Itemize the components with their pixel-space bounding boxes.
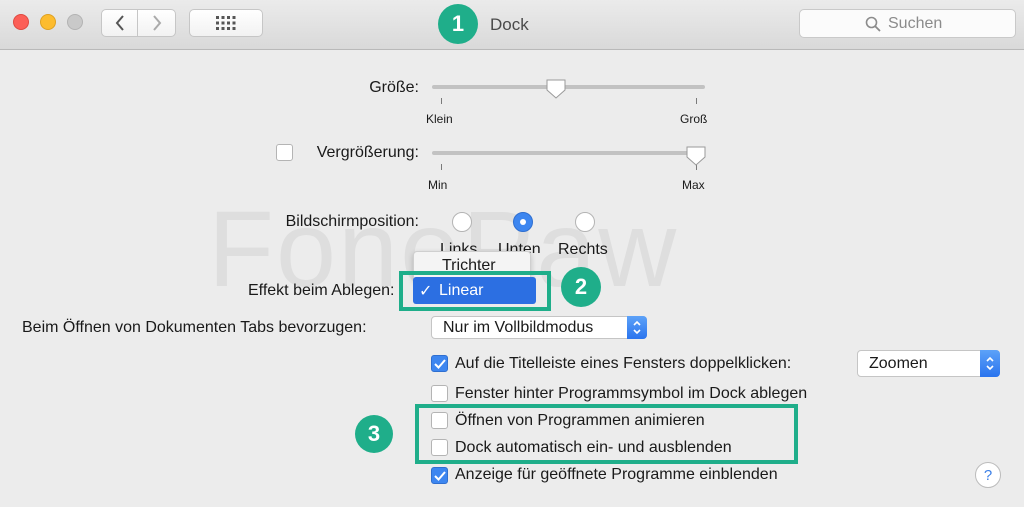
minimize-into-icon-checkbox[interactable]: [431, 385, 448, 402]
magnification-slider-track[interactable]: [432, 151, 705, 155]
search-field[interactable]: [799, 9, 1016, 38]
magnification-min-label: Min: [428, 178, 448, 192]
size-tick-max: [696, 98, 697, 104]
close-window-button[interactable]: [13, 14, 29, 30]
titlebar-action-popup[interactable]: Zoomen: [857, 350, 1000, 377]
highlight-box-effect: [399, 271, 551, 311]
size-tick-min: [441, 98, 442, 104]
position-label: Bildschirmposition:: [285, 213, 419, 230]
titlebar-action-value: Zoomen: [869, 355, 928, 372]
position-radio-right[interactable]: [575, 212, 595, 232]
titlebar-doubleclick-label: Auf die Titelleiste eines Fensters doppe…: [455, 355, 792, 372]
updown-arrow-icon: [980, 350, 1000, 377]
minimize-effect-label: Effekt beim Ablegen:: [248, 282, 395, 299]
tabs-preference-popup[interactable]: Nur im Vollbildmodus: [431, 316, 647, 339]
chevron-left-icon: [115, 15, 124, 31]
size-max-label: Groß: [680, 112, 708, 126]
grid-icon: [216, 16, 236, 30]
checkmark-icon: [433, 358, 446, 369]
magnification-tick-min: [441, 164, 442, 170]
size-min-label: Klein: [426, 112, 453, 126]
show-indicators-checkbox[interactable]: [431, 467, 448, 484]
forward-button[interactable]: [138, 9, 176, 37]
position-radio-bottom[interactable]: [513, 212, 533, 232]
search-input[interactable]: [888, 14, 950, 33]
help-button[interactable]: ?: [975, 462, 1001, 488]
size-label: Größe:: [369, 79, 419, 96]
window-title: Dock: [490, 15, 529, 34]
window-toolbar: 1 Dock: [0, 0, 1024, 50]
updown-arrow-icon: [627, 316, 647, 339]
size-slider-knob[interactable]: [545, 78, 567, 100]
position-radio-left[interactable]: [452, 212, 472, 232]
show-indicators-label: Anzeige für geöffnete Programme einblend…: [455, 466, 778, 483]
magnification-slider-knob[interactable]: [685, 145, 707, 167]
minimize-window-button[interactable]: [40, 14, 56, 30]
step-badge-3: 3: [355, 415, 393, 453]
magnification-max-label: Max: [682, 178, 705, 192]
magnification-checkbox[interactable]: [276, 144, 293, 161]
magnification-label: Vergrößerung:: [316, 144, 419, 161]
step-badge-2: 2: [561, 267, 601, 307]
size-slider-track[interactable]: [432, 85, 705, 89]
chevron-right-icon: [152, 15, 161, 31]
titlebar-doubleclick-checkbox[interactable]: [431, 355, 448, 372]
back-button[interactable]: [101, 9, 138, 37]
tabs-preference-value: Nur im Vollbildmodus: [443, 319, 594, 336]
checkmark-icon: [433, 470, 446, 481]
tabs-preference-label: Beim Öffnen von Dokumenten Tabs bevorzug…: [22, 319, 367, 336]
minimize-into-icon-label: Fenster hinter Programmsymbol im Dock ab…: [455, 385, 808, 402]
navigation-buttons: [101, 9, 176, 37]
highlight-box-checkboxes: [415, 404, 798, 464]
show-all-button[interactable]: [189, 9, 263, 37]
position-option-right: Rechts: [558, 241, 608, 258]
search-icon: [865, 16, 881, 32]
step-badge-1: 1: [438, 4, 478, 44]
help-icon: ?: [983, 466, 993, 484]
zoom-window-button[interactable]: [67, 14, 83, 30]
